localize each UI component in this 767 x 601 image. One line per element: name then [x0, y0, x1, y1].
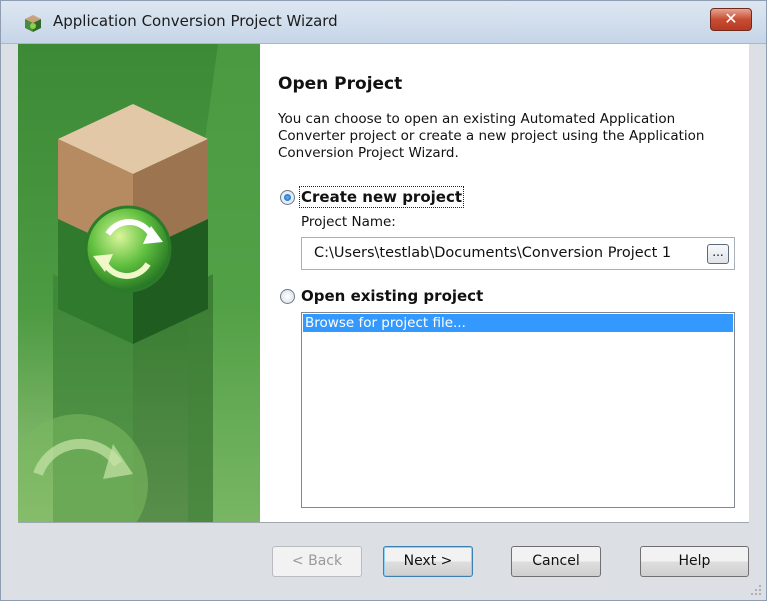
- open-existing-project-option[interactable]: Open existing project: [280, 287, 483, 305]
- create-new-project-radio[interactable]: [280, 189, 295, 205]
- next-button[interactable]: Next >: [383, 546, 473, 577]
- wizard-banner-image: [18, 44, 260, 522]
- project-name-label: Project Name:: [301, 214, 396, 230]
- page-title: Open Project: [278, 74, 403, 94]
- browse-path-button[interactable]: ...: [707, 244, 729, 264]
- project-path-field[interactable]: C:\Users\testlab\Documents\Conversion Pr…: [301, 237, 735, 270]
- cancel-button[interactable]: Cancel: [511, 546, 601, 577]
- help-button[interactable]: Help: [640, 546, 749, 577]
- app-cube-icon: [25, 15, 41, 32]
- back-button[interactable]: < Back: [272, 546, 362, 577]
- create-new-project-option[interactable]: Create new project: [280, 186, 465, 208]
- close-icon: ✕: [724, 9, 738, 28]
- open-existing-project-label: Open existing project: [301, 287, 484, 305]
- project-file-list[interactable]: Browse for project file...: [301, 312, 735, 508]
- footer-divider: [18, 522, 749, 523]
- list-item[interactable]: Browse for project file...: [303, 314, 733, 332]
- resize-grip-icon[interactable]: [750, 584, 762, 596]
- create-new-project-label: Create new project: [298, 186, 465, 208]
- close-button[interactable]: ✕: [710, 8, 752, 31]
- open-existing-project-radio[interactable]: [280, 288, 295, 304]
- wizard-window: Application Conversion Project Wizard ✕: [0, 0, 767, 601]
- project-path-value: C:\Users\testlab\Documents\Conversion Pr…: [314, 245, 672, 261]
- window-title: Application Conversion Project Wizard: [53, 12, 338, 30]
- page-description: You can choose to open an existing Autom…: [278, 111, 705, 161]
- title-bar[interactable]: Application Conversion Project Wizard ✕: [1, 1, 766, 44]
